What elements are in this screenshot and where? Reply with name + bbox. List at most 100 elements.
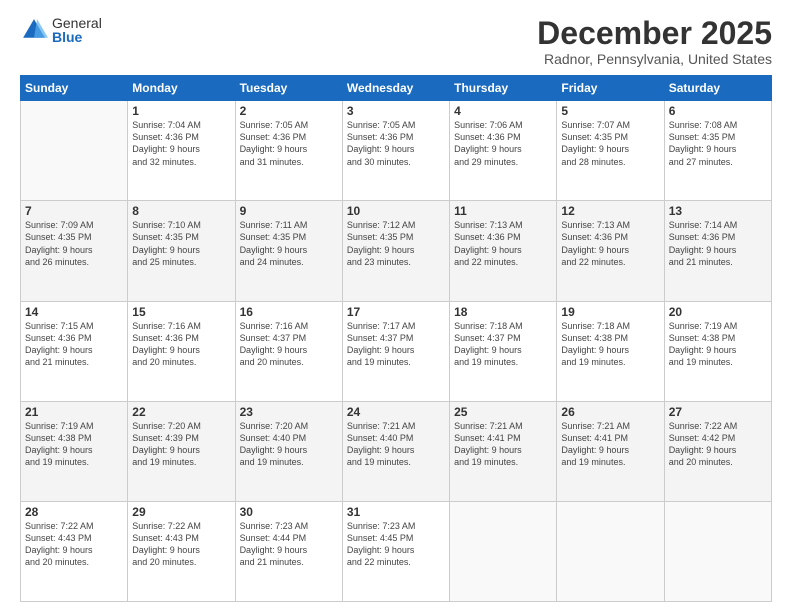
table-row: 27Sunrise: 7:22 AMSunset: 4:42 PMDayligh…: [664, 401, 771, 501]
table-row: 6Sunrise: 7:08 AMSunset: 4:35 PMDaylight…: [664, 101, 771, 201]
day-number: 5: [561, 104, 659, 118]
day-info: Sunrise: 7:06 AMSunset: 4:36 PMDaylight:…: [454, 119, 552, 168]
day-info: Sunrise: 7:19 AMSunset: 4:38 PMDaylight:…: [669, 320, 767, 369]
calendar-week-row: 21Sunrise: 7:19 AMSunset: 4:38 PMDayligh…: [21, 401, 772, 501]
day-info: Sunrise: 7:13 AMSunset: 4:36 PMDaylight:…: [454, 219, 552, 268]
day-number: 7: [25, 204, 123, 218]
day-info: Sunrise: 7:18 AMSunset: 4:37 PMDaylight:…: [454, 320, 552, 369]
day-info: Sunrise: 7:04 AMSunset: 4:36 PMDaylight:…: [132, 119, 230, 168]
day-info: Sunrise: 7:22 AMSunset: 4:42 PMDaylight:…: [669, 420, 767, 469]
table-row: 10Sunrise: 7:12 AMSunset: 4:35 PMDayligh…: [342, 201, 449, 301]
day-number: 25: [454, 405, 552, 419]
day-number: 18: [454, 305, 552, 319]
day-number: 20: [669, 305, 767, 319]
table-row: 5Sunrise: 7:07 AMSunset: 4:35 PMDaylight…: [557, 101, 664, 201]
calendar-header-row: Sunday Monday Tuesday Wednesday Thursday…: [21, 76, 772, 101]
table-row: 8Sunrise: 7:10 AMSunset: 4:35 PMDaylight…: [128, 201, 235, 301]
day-number: 12: [561, 204, 659, 218]
table-row: 30Sunrise: 7:23 AMSunset: 4:44 PMDayligh…: [235, 501, 342, 601]
calendar-week-row: 28Sunrise: 7:22 AMSunset: 4:43 PMDayligh…: [21, 501, 772, 601]
day-number: 21: [25, 405, 123, 419]
day-number: 28: [25, 505, 123, 519]
day-info: Sunrise: 7:16 AMSunset: 4:37 PMDaylight:…: [240, 320, 338, 369]
day-number: 8: [132, 204, 230, 218]
day-number: 19: [561, 305, 659, 319]
logo-icon: [20, 16, 48, 44]
day-info: Sunrise: 7:12 AMSunset: 4:35 PMDaylight:…: [347, 219, 445, 268]
table-row: 17Sunrise: 7:17 AMSunset: 4:37 PMDayligh…: [342, 301, 449, 401]
table-row: 16Sunrise: 7:16 AMSunset: 4:37 PMDayligh…: [235, 301, 342, 401]
table-row: 18Sunrise: 7:18 AMSunset: 4:37 PMDayligh…: [450, 301, 557, 401]
day-info: Sunrise: 7:23 AMSunset: 4:44 PMDaylight:…: [240, 520, 338, 569]
day-number: 31: [347, 505, 445, 519]
table-row: 22Sunrise: 7:20 AMSunset: 4:39 PMDayligh…: [128, 401, 235, 501]
title-block: December 2025 Radnor, Pennsylvania, Unit…: [537, 16, 772, 67]
calendar-table: Sunday Monday Tuesday Wednesday Thursday…: [20, 75, 772, 602]
table-row: 2Sunrise: 7:05 AMSunset: 4:36 PMDaylight…: [235, 101, 342, 201]
day-info: Sunrise: 7:22 AMSunset: 4:43 PMDaylight:…: [25, 520, 123, 569]
day-number: 13: [669, 204, 767, 218]
table-row: 19Sunrise: 7:18 AMSunset: 4:38 PMDayligh…: [557, 301, 664, 401]
day-number: 15: [132, 305, 230, 319]
day-info: Sunrise: 7:21 AMSunset: 4:41 PMDaylight:…: [561, 420, 659, 469]
day-number: 17: [347, 305, 445, 319]
day-info: Sunrise: 7:20 AMSunset: 4:40 PMDaylight:…: [240, 420, 338, 469]
day-info: Sunrise: 7:10 AMSunset: 4:35 PMDaylight:…: [132, 219, 230, 268]
day-number: 14: [25, 305, 123, 319]
col-wednesday: Wednesday: [342, 76, 449, 101]
table-row: 25Sunrise: 7:21 AMSunset: 4:41 PMDayligh…: [450, 401, 557, 501]
day-info: Sunrise: 7:13 AMSunset: 4:36 PMDaylight:…: [561, 219, 659, 268]
table-row: 12Sunrise: 7:13 AMSunset: 4:36 PMDayligh…: [557, 201, 664, 301]
day-info: Sunrise: 7:18 AMSunset: 4:38 PMDaylight:…: [561, 320, 659, 369]
day-info: Sunrise: 7:17 AMSunset: 4:37 PMDaylight:…: [347, 320, 445, 369]
table-row: 9Sunrise: 7:11 AMSunset: 4:35 PMDaylight…: [235, 201, 342, 301]
logo-general-label: General: [52, 16, 102, 30]
col-sunday: Sunday: [21, 76, 128, 101]
col-saturday: Saturday: [664, 76, 771, 101]
day-number: 30: [240, 505, 338, 519]
table-row: [557, 501, 664, 601]
day-number: 6: [669, 104, 767, 118]
table-row: 3Sunrise: 7:05 AMSunset: 4:36 PMDaylight…: [342, 101, 449, 201]
table-row: [21, 101, 128, 201]
day-number: 22: [132, 405, 230, 419]
table-row: 26Sunrise: 7:21 AMSunset: 4:41 PMDayligh…: [557, 401, 664, 501]
col-thursday: Thursday: [450, 76, 557, 101]
day-number: 11: [454, 204, 552, 218]
logo-blue-label: Blue: [52, 30, 102, 44]
logo: General Blue: [20, 16, 102, 44]
header: General Blue December 2025 Radnor, Penns…: [20, 16, 772, 67]
day-number: 10: [347, 204, 445, 218]
table-row: 15Sunrise: 7:16 AMSunset: 4:36 PMDayligh…: [128, 301, 235, 401]
main-title: December 2025: [537, 16, 772, 51]
day-info: Sunrise: 7:21 AMSunset: 4:40 PMDaylight:…: [347, 420, 445, 469]
day-info: Sunrise: 7:11 AMSunset: 4:35 PMDaylight:…: [240, 219, 338, 268]
day-number: 27: [669, 405, 767, 419]
day-info: Sunrise: 7:07 AMSunset: 4:35 PMDaylight:…: [561, 119, 659, 168]
table-row: 20Sunrise: 7:19 AMSunset: 4:38 PMDayligh…: [664, 301, 771, 401]
day-info: Sunrise: 7:22 AMSunset: 4:43 PMDaylight:…: [132, 520, 230, 569]
table-row: 29Sunrise: 7:22 AMSunset: 4:43 PMDayligh…: [128, 501, 235, 601]
table-row: 31Sunrise: 7:23 AMSunset: 4:45 PMDayligh…: [342, 501, 449, 601]
table-row: [450, 501, 557, 601]
calendar-week-row: 7Sunrise: 7:09 AMSunset: 4:35 PMDaylight…: [21, 201, 772, 301]
table-row: 7Sunrise: 7:09 AMSunset: 4:35 PMDaylight…: [21, 201, 128, 301]
logo-text: General Blue: [52, 16, 102, 44]
day-info: Sunrise: 7:08 AMSunset: 4:35 PMDaylight:…: [669, 119, 767, 168]
day-info: Sunrise: 7:16 AMSunset: 4:36 PMDaylight:…: [132, 320, 230, 369]
calendar-week-row: 1Sunrise: 7:04 AMSunset: 4:36 PMDaylight…: [21, 101, 772, 201]
table-row: [664, 501, 771, 601]
table-row: 14Sunrise: 7:15 AMSunset: 4:36 PMDayligh…: [21, 301, 128, 401]
day-number: 2: [240, 104, 338, 118]
table-row: 24Sunrise: 7:21 AMSunset: 4:40 PMDayligh…: [342, 401, 449, 501]
day-number: 26: [561, 405, 659, 419]
day-info: Sunrise: 7:23 AMSunset: 4:45 PMDaylight:…: [347, 520, 445, 569]
day-number: 29: [132, 505, 230, 519]
col-monday: Monday: [128, 76, 235, 101]
table-row: 23Sunrise: 7:20 AMSunset: 4:40 PMDayligh…: [235, 401, 342, 501]
col-tuesday: Tuesday: [235, 76, 342, 101]
day-info: Sunrise: 7:14 AMSunset: 4:36 PMDaylight:…: [669, 219, 767, 268]
day-info: Sunrise: 7:19 AMSunset: 4:38 PMDaylight:…: [25, 420, 123, 469]
day-info: Sunrise: 7:20 AMSunset: 4:39 PMDaylight:…: [132, 420, 230, 469]
day-number: 4: [454, 104, 552, 118]
